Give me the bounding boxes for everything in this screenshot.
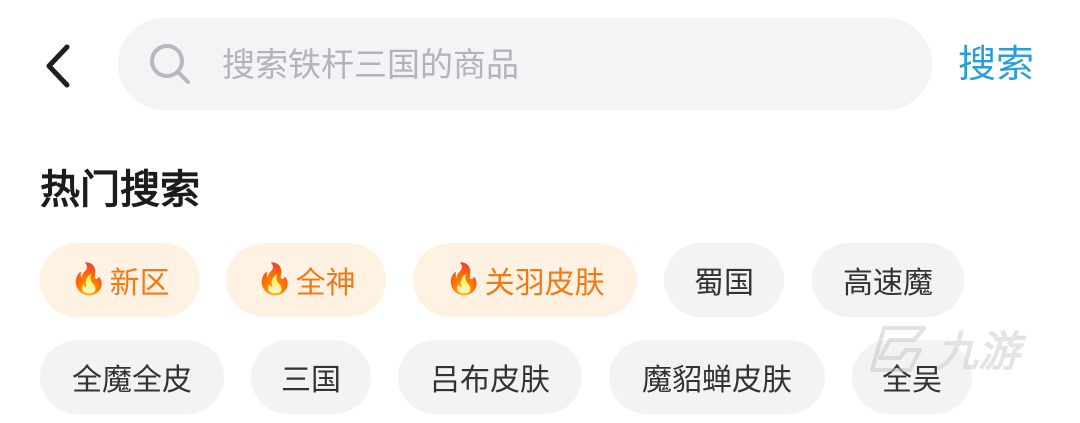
search-box[interactable]: [118, 18, 932, 110]
tag-label: 高速魔: [843, 266, 933, 301]
chevron-left-icon: [46, 44, 70, 88]
tag-shuguo[interactable]: 蜀国: [664, 243, 784, 317]
tag-label: 三国: [281, 363, 341, 398]
hot-search-title: 热门搜索: [40, 167, 200, 213]
tag-label: 全神: [295, 266, 356, 301]
fire-icon: 🔥: [256, 262, 294, 297]
hot-tag-xinqu[interactable]: 🔥 新区: [40, 243, 200, 317]
tag-sanguo[interactable]: 三国: [251, 340, 371, 414]
tag-label: 吕布皮肤: [430, 363, 550, 398]
fire-icon: 🔥: [70, 262, 108, 297]
hot-tag-guanyu-skin[interactable]: 🔥 关羽皮肤: [413, 243, 637, 317]
tag-label: 全吴: [882, 363, 942, 398]
tag-label: 全魔全皮: [72, 363, 192, 398]
hot-tag-quanshen[interactable]: 🔥 全神: [226, 243, 386, 317]
tag-quanmo-quanpi[interactable]: 全魔全皮: [40, 340, 224, 414]
tag-gaosumo[interactable]: 高速魔: [812, 243, 964, 317]
tag-quanwu[interactable]: 全吴: [852, 340, 972, 414]
back-button[interactable]: [30, 38, 86, 94]
tag-label: 蜀国: [694, 266, 754, 301]
tag-lvbu-skin[interactable]: 吕布皮肤: [398, 340, 582, 414]
search-submit-button[interactable]: 搜索: [958, 38, 1034, 90]
tag-mo-diaochan-skin[interactable]: 魔貂蝉皮肤: [609, 340, 825, 414]
fire-icon: 🔥: [445, 262, 483, 297]
tag-label: 新区: [109, 266, 170, 301]
search-input[interactable]: [220, 43, 904, 85]
tag-label: 关羽皮肤: [484, 266, 605, 301]
search-icon: [146, 40, 194, 88]
tag-label: 魔貂蝉皮肤: [642, 363, 792, 398]
